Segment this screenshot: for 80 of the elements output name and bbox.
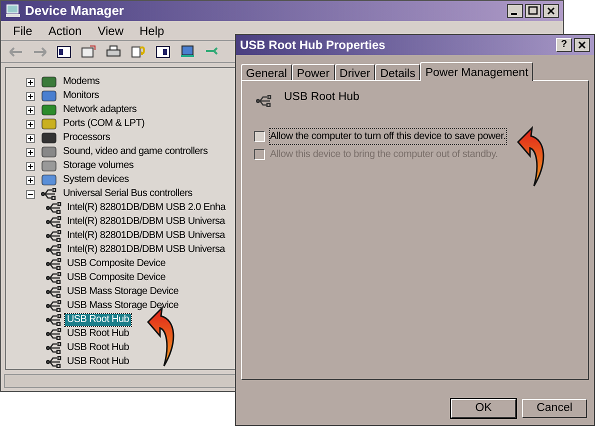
usb-icon: [41, 188, 57, 200]
close-icon[interactable]: [574, 38, 590, 52]
tree-item[interactable]: System devices: [63, 175, 129, 186]
device-category-icon: [41, 159, 57, 174]
tab[interactable]: Power: [292, 64, 335, 80]
tree-item[interactable]: USB Root Hub: [65, 356, 131, 368]
tree-item[interactable]: Ports (COM & LPT): [63, 119, 145, 130]
dialog-button[interactable]: Cancel: [522, 399, 587, 418]
usb-icon: [46, 230, 62, 242]
menu-item[interactable]: View: [98, 22, 124, 40]
dialog-button[interactable]: OK: [451, 399, 516, 418]
tree-item[interactable]: Intel(R) 82801DB/DBM USB Universa: [65, 244, 227, 256]
tab[interactable]: Details: [375, 64, 420, 80]
tree-item[interactable]: USB Composite Device: [65, 258, 168, 270]
expand-icon[interactable]: [26, 148, 35, 157]
usb-icon: [46, 286, 62, 298]
tree-item[interactable]: Intel(R) 82801DB/DBM USB Universa: [65, 230, 227, 242]
device-category-icon: [41, 173, 57, 188]
expand-icon[interactable]: [26, 120, 35, 129]
device-category-icon: [41, 75, 57, 90]
panel-icon[interactable]: [57, 46, 71, 58]
tree-item[interactable]: Storage volumes: [63, 161, 134, 172]
tree-item[interactable]: Modems: [63, 77, 100, 88]
expand-icon[interactable]: [26, 162, 35, 171]
tree-item[interactable]: Universal Serial Bus controllers: [63, 189, 192, 200]
device-category-icon: [41, 103, 57, 118]
close-icon[interactable]: [543, 4, 559, 18]
usb-icon: [46, 342, 62, 354]
usb-icon: [46, 314, 62, 326]
panel-icon[interactable]: [156, 46, 170, 58]
checkbox-label: Allow the computer to turn off this device to save power.: [270, 129, 506, 144]
expand-icon[interactable]: [26, 176, 35, 185]
expand-icon[interactable]: [26, 92, 35, 101]
device-category-icon: [41, 89, 57, 104]
device-category-icon: [41, 131, 57, 146]
expand-icon[interactable]: [26, 78, 35, 87]
maximize-icon[interactable]: [525, 4, 541, 18]
menu-item[interactable]: File: [13, 22, 32, 40]
checkbox-label: Allow this device to bring the computer out of standby.: [270, 148, 498, 162]
tree-item[interactable]: Processors: [63, 133, 110, 144]
tree-item[interactable]: Intel(R) 82801DB/DBM USB 2.0 Enha: [65, 202, 228, 214]
usb-icon: [46, 272, 62, 284]
collapse-icon[interactable]: [26, 190, 35, 199]
window-title: USB Root Hub Properties: [240, 37, 386, 54]
tab[interactable]: General: [241, 64, 292, 80]
tree-item[interactable]: USB Root Hub: [65, 342, 131, 354]
usb-icon: [256, 95, 272, 107]
usb-icon: [46, 258, 62, 270]
usb-icon: [46, 244, 62, 256]
menu-item[interactable]: Action: [48, 22, 82, 40]
usb-icon: [46, 356, 62, 368]
tree-item[interactable]: Monitors: [63, 91, 99, 102]
tree-item[interactable]: USB Mass Storage Device: [65, 286, 180, 298]
computer-icon: [5, 4, 21, 18]
window-title: Device Manager: [25, 2, 124, 20]
tree-item[interactable]: USB Mass Storage Device: [65, 300, 180, 312]
tree-item[interactable]: Intel(R) 82801DB/DBM USB Universa: [65, 216, 227, 228]
tree-item[interactable]: USB Composite Device: [65, 272, 168, 284]
properties-icon[interactable]: [81, 45, 96, 58]
minimize-icon[interactable]: [507, 4, 523, 18]
menu-item[interactable]: Help: [140, 22, 164, 40]
tab[interactable]: Power Management: [420, 62, 534, 81]
monitor-icon[interactable]: [180, 45, 195, 58]
device-category-icon: [41, 117, 57, 132]
usb-icon: [46, 300, 62, 312]
checkbox[interactable]: [254, 131, 265, 142]
usb-icon: [46, 202, 62, 214]
printer-icon[interactable]: [106, 45, 121, 58]
device-name: USB Root Hub: [284, 90, 360, 106]
tree-item[interactable]: USB Root Hub: [65, 328, 131, 340]
help-button[interactable]: ?: [556, 38, 572, 52]
tree-item[interactable]: USB Root Hub: [65, 314, 131, 326]
usb-icon: [46, 216, 62, 228]
device-category-icon: [41, 145, 57, 160]
tree-item[interactable]: Sound, video and game controllers: [63, 147, 208, 158]
usb-icon: [46, 328, 62, 340]
tab[interactable]: Driver: [334, 64, 376, 80]
expand-icon[interactable]: [26, 134, 35, 143]
tree-item[interactable]: Network adapters: [63, 105, 137, 116]
expand-icon[interactable]: [26, 106, 35, 115]
